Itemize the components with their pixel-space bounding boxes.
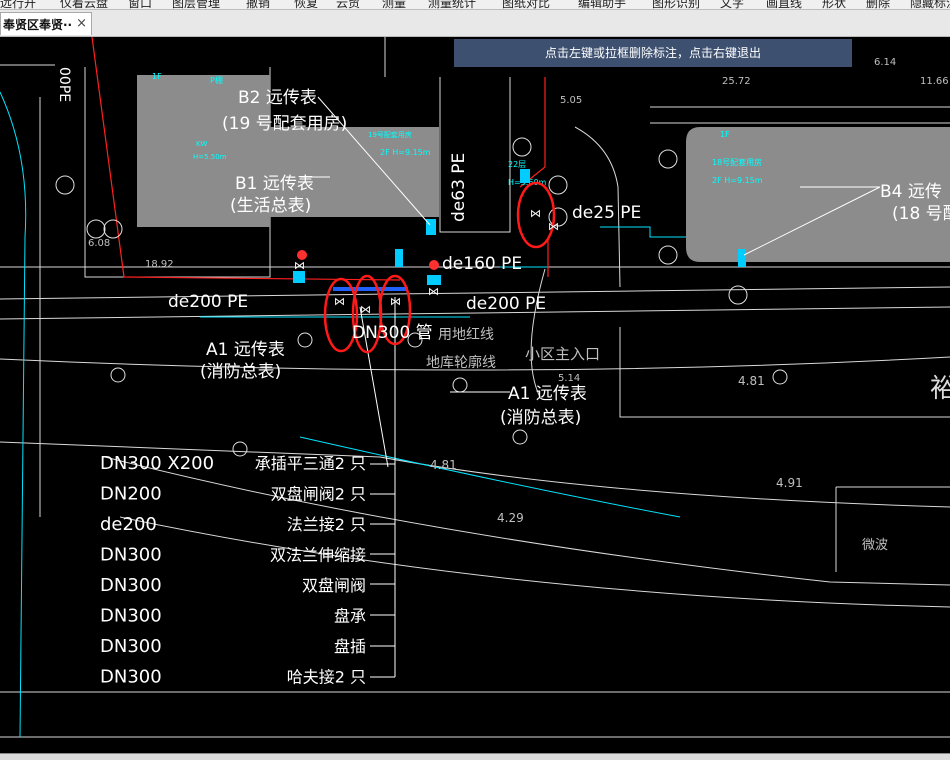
fittings-legend: DN300 X200 承插平三通2 只 DN200 双盘闸阀2 只 de200 法兰接2 … [100, 453, 366, 688]
dim-5: 6.08 [88, 238, 110, 249]
toolbar-item[interactable]: 图层管理 [172, 0, 220, 9]
label-entrance: 小区主入口 [525, 345, 600, 363]
svg-text:⋈: ⋈ [390, 295, 401, 308]
label-b2-sub: (19 号配套用房) [222, 114, 347, 134]
dim-1: 25.72 [722, 76, 751, 87]
label-de200pe-right: de200 PE [466, 294, 546, 314]
instruction-text: 点击左键或拉框删除标注，点击右键退出 [544, 46, 761, 60]
toolbar-item[interactable]: 形状 [822, 0, 846, 9]
legend-desc: 哈夫接2 只 [287, 668, 366, 687]
toolbar-item[interactable]: 编辑助手 [578, 0, 626, 9]
legend-spec: DN300 [100, 636, 162, 657]
legend-desc: 盘插 [334, 637, 366, 656]
legend-spec: DN300 [100, 667, 162, 688]
legend-spec: DN300 X200 [100, 453, 214, 474]
label-b1-sub: (生活总表) [230, 196, 311, 216]
toolbar-item[interactable]: 文字 [720, 0, 744, 9]
b4-bldg-name: 18号配套用房 [712, 157, 762, 167]
toolbar-item[interactable]: 远行开 [0, 0, 36, 9]
toolbar-item[interactable]: 撤销 [246, 0, 270, 9]
n22-label: 22层 [508, 160, 526, 169]
svg-text:⋈: ⋈ [548, 220, 559, 233]
svg-text:⋈: ⋈ [530, 207, 541, 220]
legend-desc: 承插平三通2 只 [255, 454, 366, 473]
toolbar-item[interactable]: 隐藏标注 [910, 0, 950, 9]
label-de200pe-left: de200 PE [168, 292, 248, 312]
left-bldg-kw: KW [196, 140, 207, 148]
dim-6: 5.14 [558, 373, 580, 384]
left-bldg-height: H=5.50m [193, 153, 227, 161]
legend-desc: 双盘闸阀2 只 [271, 485, 366, 504]
legend-desc: 盘承 [334, 607, 366, 626]
toolbar-item[interactable]: 云贸 [336, 0, 360, 9]
left-bldg-1f: 1F [152, 72, 162, 81]
toolbar-item[interactable]: 窗口 [128, 0, 152, 9]
legend-spec: DN300 [100, 545, 162, 566]
legend-spec: de200 [100, 514, 157, 535]
toolbar-item[interactable]: 仪着云盘 [60, 0, 108, 9]
toolbar-item[interactable]: 测量统计 [428, 0, 476, 9]
dim-3: 6.14 [874, 57, 896, 68]
label-b2: B2 远传表 [238, 88, 317, 108]
elev-2: 4.81 [430, 458, 457, 472]
label-redline1: 用地红线 [438, 327, 494, 343]
label-pump: 微波 [862, 538, 888, 553]
label-a1-left-sub: (消防总表) [200, 362, 281, 382]
top-toolbar: 远行开 仪着云盘 窗口 图层管理 撤销 恢复 云贸 测量 测量统计 图纸对比 编辑助手 图形识别 文字 画… [0, 0, 950, 10]
document-tab-bar: 奉贤区奉贤·· × [0, 10, 950, 37]
toolbar-item[interactable]: 图形识别 [652, 0, 700, 9]
right-1f: 1F [720, 130, 730, 139]
toolbar-item[interactable]: 删除 [866, 0, 890, 9]
dim-2: 11.66 [920, 76, 949, 87]
label-dn300: DN300 管 [352, 323, 433, 343]
label-a1-left: A1 远传表 [206, 340, 285, 360]
label-de63pe: de63 PE [449, 153, 469, 222]
label-a1-right-sub: (消防总表) [500, 408, 581, 428]
toolbar-item[interactable]: 测量 [382, 0, 406, 9]
legend-desc: 双盘闸阀 [302, 576, 366, 595]
b4-bldg-height: 2F H=9.15m [712, 176, 763, 185]
dim-7: 5.05 [560, 95, 582, 106]
b2-bldg-name: 19号配套用房 [368, 130, 412, 139]
label-de25pe: de25 PE [572, 203, 641, 223]
elev-1: 4.81 [738, 374, 765, 388]
tab-drawing[interactable]: 奉贤区奉贤·· × [0, 12, 92, 35]
label-b1: B1 远传表 [235, 174, 314, 194]
elev-4: 4.91 [776, 476, 803, 490]
edge-glyph: 裕 [930, 374, 950, 404]
legend-spec: DN300 [100, 575, 162, 596]
dim-4: 18.92 [145, 259, 174, 270]
label-redline2: 地库轮廓线 [426, 354, 496, 371]
legend-desc: 双法兰伸缩接 [270, 546, 366, 565]
elev-3: 4.29 [497, 511, 524, 525]
toolbar-item[interactable]: 图纸对比 [502, 0, 550, 9]
label-a1-right: A1 远传表 [508, 384, 587, 404]
label-pe-top: 00PE [56, 67, 72, 102]
legend-spec: DN300 [100, 606, 162, 627]
b2-bldg-height: 2F H=9.15m [380, 148, 431, 157]
toolbar-item[interactable]: 恢复 [294, 0, 318, 9]
label-b4: B4 远传 [880, 182, 942, 202]
svg-text:⋈: ⋈ [360, 303, 371, 316]
close-icon[interactable]: × [76, 16, 87, 31]
label-b4-sub: (18 号配套 [892, 204, 950, 224]
label-de160pe: de160 PE [442, 254, 522, 274]
cad-canvas[interactable]: 1F P棚 KW H=5.50m 19号配套用房 2F H=9.15m 18号配… [0, 37, 950, 753]
toolbar-item[interactable]: 画直线 [766, 0, 802, 9]
instruction-tooltip: 点击左键或拉框删除标注，点击右键退出 [454, 39, 852, 67]
svg-text:⋈: ⋈ [294, 259, 305, 272]
tab-label: 奉贤区奉贤·· [3, 18, 73, 32]
left-bldg-p: P棚 [210, 75, 223, 85]
svg-text:⋈: ⋈ [428, 285, 439, 298]
cad-drawing[interactable]: 1F P棚 KW H=5.50m 19号配套用房 2F H=9.15m 18号配… [0, 37, 950, 753]
legend-spec: DN200 [100, 484, 162, 505]
svg-text:⋈: ⋈ [334, 295, 345, 308]
legend-desc: 法兰接2 只 [287, 515, 366, 534]
